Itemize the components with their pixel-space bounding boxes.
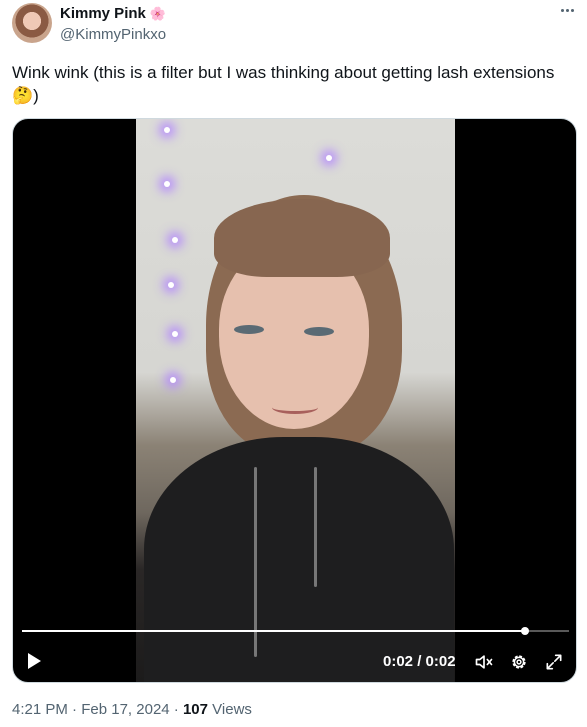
hoodie-string	[314, 467, 317, 587]
video-progress-fill	[22, 630, 526, 632]
views-count: 107	[182, 701, 208, 718]
name-emoji: 🌸	[149, 5, 167, 21]
tweet: Kimmy Pink 🌸 @KimmyPinkxo Wink wink (thi…	[0, 0, 587, 727]
author-name-row: Kimmy Pink 🌸	[60, 5, 166, 22]
display-name[interactable]: Kimmy Pink	[60, 5, 146, 22]
fullscreen-expand-icon[interactable]	[544, 652, 564, 672]
fairy-light	[164, 127, 170, 133]
video-subject-eye	[304, 327, 334, 336]
volume-muted-icon[interactable]	[474, 652, 494, 672]
fairy-light	[168, 282, 174, 288]
meta-separator: ·	[169, 701, 183, 718]
fairy-light	[326, 155, 332, 161]
avatar[interactable]	[12, 3, 52, 43]
settings-gear-icon[interactable]	[509, 652, 529, 672]
tweet-date[interactable]: Feb 17, 2024	[81, 701, 169, 718]
play-icon[interactable]	[28, 653, 41, 669]
hoodie-string	[254, 467, 257, 657]
video-progress-knob[interactable]	[521, 627, 530, 635]
meta-separator: ·	[67, 701, 82, 718]
tweet-meta: 4:21 PM · Feb 17, 2024 · 107 Views	[12, 701, 252, 718]
video-player[interactable]: 0:02 / 0:02	[12, 118, 577, 683]
video-progress-bar[interactable]	[22, 627, 569, 635]
video-controls: 0:02 / 0:02	[13, 645, 576, 675]
video-time: 0:02 / 0:02	[383, 653, 456, 670]
fairy-light	[170, 377, 176, 383]
video-subject-eye	[234, 325, 264, 334]
video-subject-mouth	[272, 401, 318, 414]
fairy-light	[172, 237, 178, 243]
views-label: Views	[208, 701, 252, 718]
tweet-text: Wink wink (this is a filter but I was th…	[12, 63, 555, 105]
fairy-light	[172, 331, 178, 337]
tweet-time[interactable]: 4:21 PM	[12, 701, 68, 718]
author-handle[interactable]: @KimmyPinkxo	[60, 26, 166, 43]
fairy-light	[164, 181, 170, 187]
more-options-icon[interactable]	[556, 2, 578, 18]
video-frame[interactable]	[136, 119, 455, 682]
video-subject-bangs	[214, 199, 390, 277]
